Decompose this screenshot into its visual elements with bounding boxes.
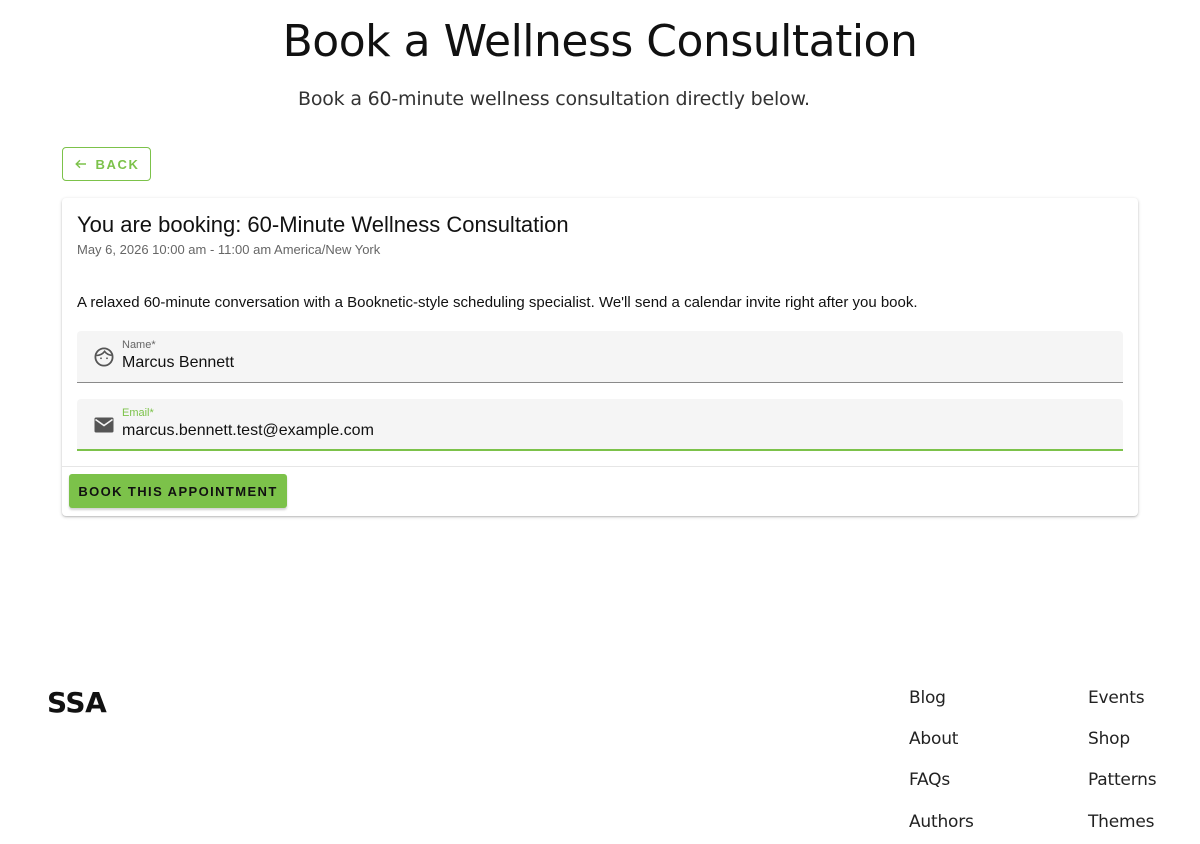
booking-description: A relaxed 60-minute conversation with a … xyxy=(77,294,918,311)
footer-logo[interactable]: SSA xyxy=(47,686,107,719)
footer-link-blog[interactable]: Blog xyxy=(909,688,946,708)
email-input[interactable] xyxy=(122,421,1102,441)
footer-link-faqs[interactable]: FAQs xyxy=(909,770,950,790)
back-button-label: BACK xyxy=(95,156,140,172)
card-divider xyxy=(62,466,1138,467)
name-field[interactable]: Name* xyxy=(77,331,1123,383)
back-button[interactable]: BACK xyxy=(62,147,151,181)
booking-card: You are booking: 60-Minute Wellness Cons… xyxy=(62,198,1138,516)
footer-link-about[interactable]: About xyxy=(909,729,958,749)
booking-heading: You are booking: 60-Minute Wellness Cons… xyxy=(77,212,569,237)
name-field-label: Name* xyxy=(122,339,156,351)
page-title: Book a Wellness Consultation xyxy=(282,16,918,67)
book-appointment-button[interactable]: BOOK THIS APPOINTMENT xyxy=(69,474,287,508)
email-field-label: Email* xyxy=(122,407,154,419)
name-input[interactable] xyxy=(122,353,1102,373)
booking-datetime: May 6, 2026 10:00 am - 11:00 am America/… xyxy=(77,242,381,257)
mail-icon xyxy=(94,417,114,433)
footer-link-events[interactable]: Events xyxy=(1088,688,1145,708)
footer-link-authors[interactable]: Authors xyxy=(909,812,974,832)
footer-link-themes[interactable]: Themes xyxy=(1088,812,1154,832)
email-field[interactable]: Email* xyxy=(77,399,1123,451)
arrow-left-icon xyxy=(74,159,86,169)
face-icon xyxy=(94,347,114,367)
footer-link-shop[interactable]: Shop xyxy=(1088,729,1130,749)
footer-link-patterns[interactable]: Patterns xyxy=(1088,770,1157,790)
page-subtitle: Book a 60-minute wellness consultation d… xyxy=(298,88,810,110)
